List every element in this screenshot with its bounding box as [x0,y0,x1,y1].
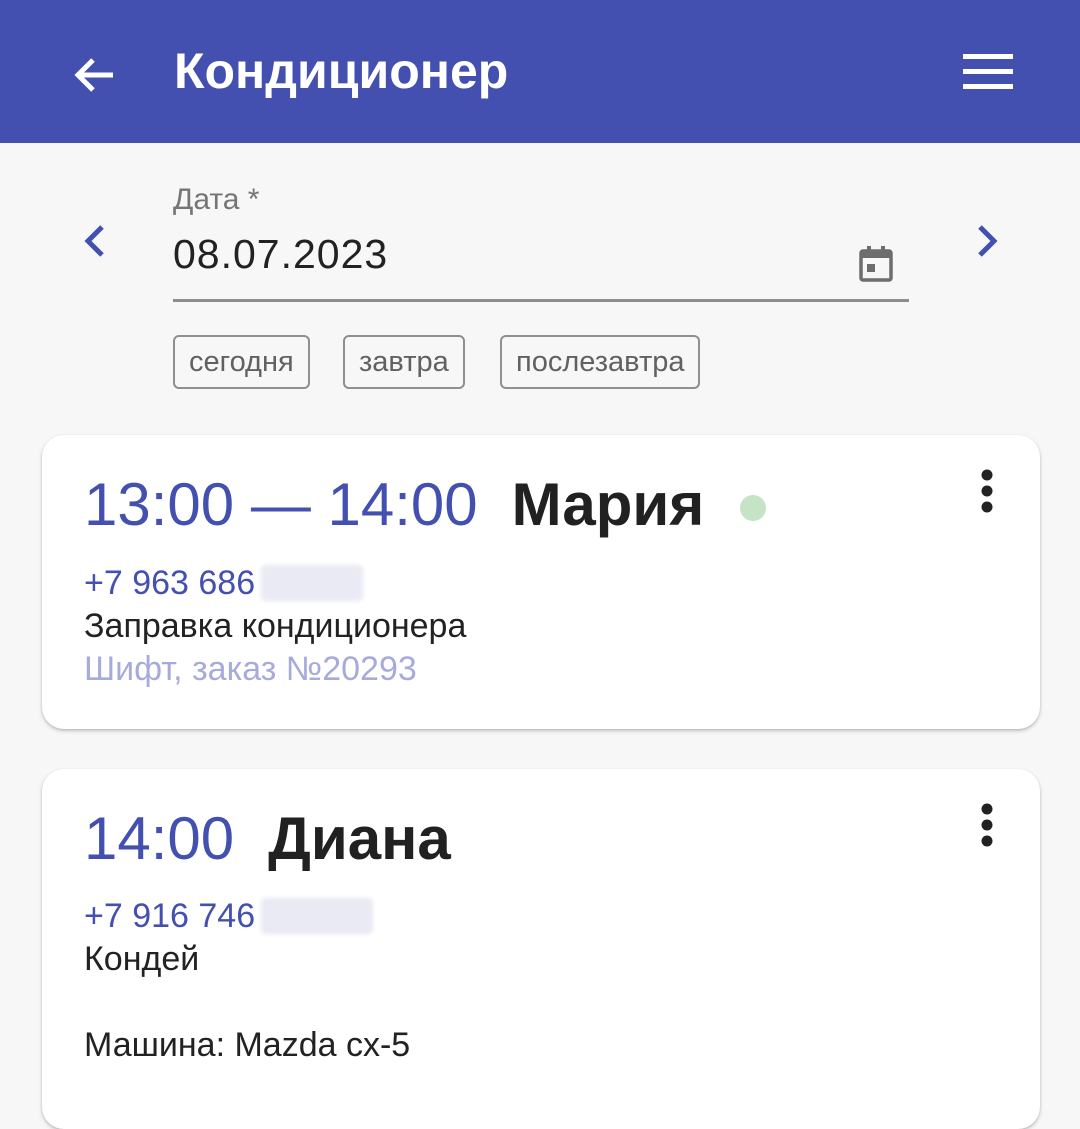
previous-day-button[interactable] [70,213,120,269]
phone-redacted [261,565,364,601]
service-text: Кондей [84,940,200,978]
next-day-button[interactable] [962,213,1012,269]
phone-line: +7 963 686 [84,561,364,605]
calendar-button[interactable] [853,241,899,287]
menu-button[interactable] [950,40,1026,104]
calendar-icon [859,246,893,282]
client-name: Диана [268,805,451,872]
status-indicator [740,495,767,521]
page-title: Кондиционер [174,43,509,99]
chip-day-after-tomorrow[interactable]: послезавтра [500,335,701,389]
chip-tomorrow[interactable]: завтра [343,335,465,389]
appointment-time: 14:00 [84,805,235,872]
date-section: Дата * сегодня завтра послезавтра [0,143,1080,413]
order-source: Шифт, заказ №20293 [84,650,417,688]
back-button[interactable] [60,40,130,110]
more-options-button[interactable] [962,463,1012,523]
date-label: Дата * [173,183,260,216]
car-text: Машина: Mazda cx-5 [84,1026,411,1064]
more-options-button[interactable] [962,797,1012,857]
date-underline [173,299,909,302]
phone-link[interactable]: +7 916 746 [84,894,255,938]
date-input[interactable] [173,231,833,278]
phone-line: +7 916 746 [84,894,374,938]
date-field: Дата * [173,183,909,303]
phone-link[interactable]: +7 963 686 [84,561,255,605]
more-vertical-icon [981,803,993,847]
service-text: Заправка кондиционера [84,607,467,645]
appointment-card[interactable]: 14:00 Диана +7 916 746 Кондей Машина: Ma… [42,769,1040,1129]
arrow-left-icon [74,58,113,92]
chevron-left-icon [84,225,104,257]
appointment-header: 13:00 — 14:00 Мария [84,467,767,543]
appointment-header: 14:00 Диана [84,801,451,877]
chevron-right-icon [978,225,998,257]
hamburger-menu-icon [963,54,1013,89]
more-vertical-icon [981,469,993,513]
appointment-card[interactable]: 13:00 — 14:00 Мария +7 963 686 Заправка … [42,435,1040,729]
appointment-time: 13:00 — 14:00 [84,471,478,538]
chip-today[interactable]: сегодня [173,335,310,389]
app-bar: Кондиционер [0,0,1080,143]
client-name: Мария [511,471,705,538]
phone-redacted [261,898,374,934]
